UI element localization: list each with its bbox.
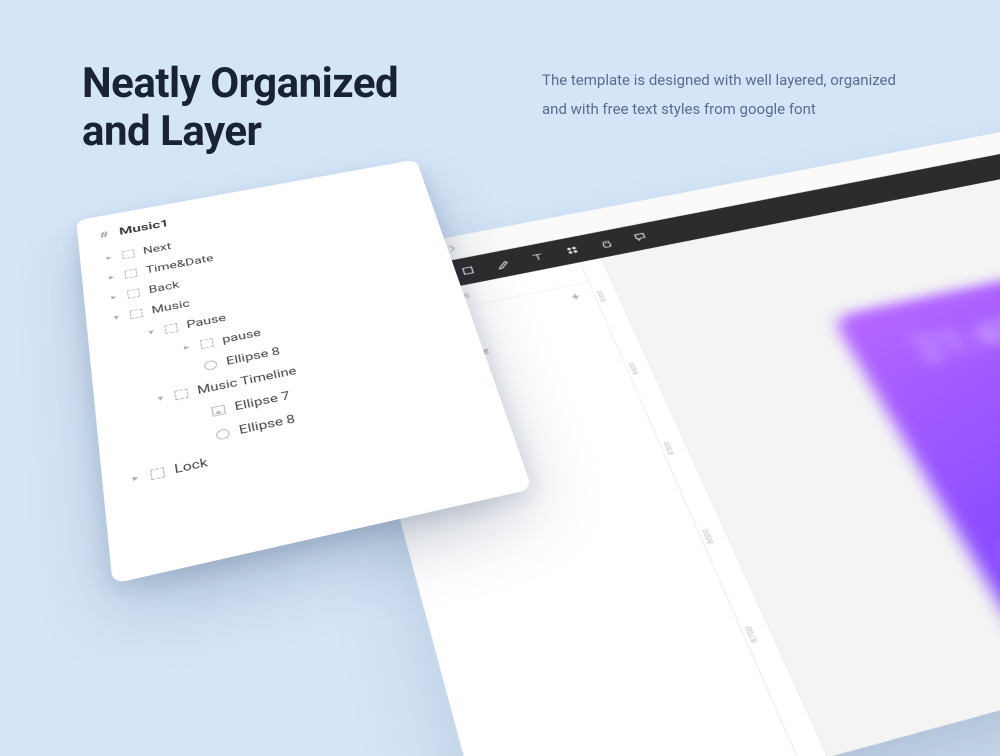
ellipse-layer-icon <box>215 428 230 441</box>
hero-subtitle: The template is designed with well layer… <box>542 60 922 157</box>
chevron-down-icon[interactable]: ▾ <box>111 314 121 322</box>
frame-layer-icon <box>127 288 140 299</box>
frame-layer-icon <box>174 388 189 400</box>
frame-layer-icon <box>150 467 165 480</box>
resources-button[interactable] <box>552 237 593 263</box>
frame-layer-icon <box>200 338 214 349</box>
card-title: Music1 <box>118 218 169 238</box>
chevron-right-icon[interactable]: ▸ <box>130 473 141 483</box>
frame-layer-icon <box>122 249 135 259</box>
chevron-right-icon[interactable]: ▸ <box>107 274 117 282</box>
layer-label: pause <box>221 327 262 346</box>
chevron-down-icon[interactable]: ▾ <box>146 328 156 336</box>
frame-layer-icon <box>124 269 137 279</box>
hero-title: Neatly Organized and Layer <box>82 60 398 157</box>
add-page-button[interactable]: + <box>570 292 582 303</box>
layer-label: Music <box>151 298 191 317</box>
ellipse-layer-icon <box>204 359 218 371</box>
chevron-right-icon[interactable]: ▸ <box>109 293 119 301</box>
chevron-down-icon[interactable]: ▾ <box>155 394 166 403</box>
comment-tool-button[interactable] <box>620 224 661 249</box>
layer-label: Next <box>142 241 172 257</box>
mock-clock: 21:45 <box>907 310 1000 369</box>
layer-label: Pause <box>186 312 227 331</box>
frame-icon: # <box>99 230 109 240</box>
text-tool-button[interactable] <box>518 244 559 270</box>
mockup-screen-1: 21:45 <box>831 269 1000 686</box>
chevron-right-icon[interactable]: ▸ <box>104 254 113 261</box>
img-layer-icon <box>211 405 226 417</box>
chevron-right-icon[interactable]: ▸ <box>182 343 192 351</box>
pen-tool-button[interactable] <box>483 251 524 277</box>
layer-label: Back <box>148 279 180 296</box>
frame-layer-icon <box>164 323 178 334</box>
layer-label: Lock <box>173 456 208 477</box>
frame-layer-icon <box>130 308 144 319</box>
